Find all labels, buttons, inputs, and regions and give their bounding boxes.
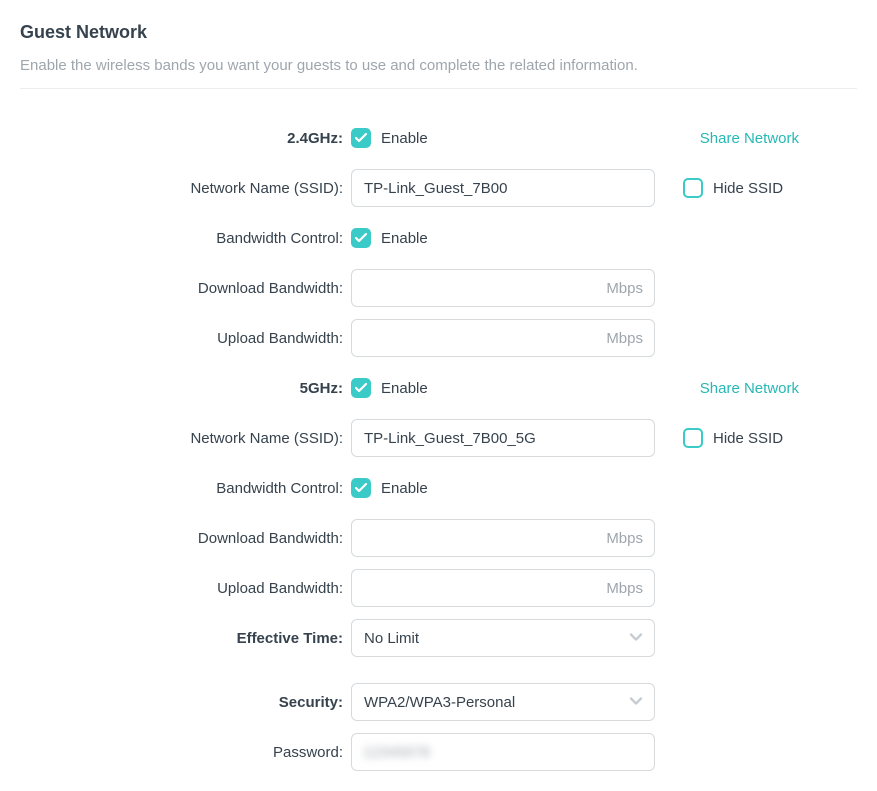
check-icon <box>355 133 367 143</box>
security-select[interactable]: WPA2/WPA3-Personal <box>351 683 655 721</box>
password-masked-value: 12345678 <box>363 733 430 771</box>
label-dlbw-2-4ghz: Download Bandwidth: <box>20 280 351 297</box>
label-password: Password: <box>20 744 351 761</box>
divider <box>20 88 857 89</box>
hide-ssid-2-4ghz-label: Hide SSID <box>713 180 783 197</box>
check-icon <box>355 233 367 243</box>
hide-ssid-2-4ghz-checkbox[interactable] <box>683 178 703 198</box>
label-ssid-5ghz: Network Name (SSID): <box>20 430 351 447</box>
bandwidth-enable-2-4ghz-checkbox[interactable] <box>351 228 371 248</box>
bandwidth-enable-5ghz-label: Enable <box>381 480 428 497</box>
effective-time-select[interactable]: No Limit <box>351 619 655 657</box>
label-2-4ghz: 2.4GHz: <box>20 130 351 147</box>
enable-2-4ghz-label: Enable <box>381 130 428 147</box>
bandwidth-enable-2-4ghz-label: Enable <box>381 230 428 247</box>
label-5ghz: 5GHz: <box>20 380 351 397</box>
bandwidth-enable-5ghz-checkbox[interactable] <box>351 478 371 498</box>
download-bw-5ghz-input[interactable] <box>351 519 655 557</box>
page-title: Guest Network <box>20 22 857 43</box>
enable-2-4ghz-checkbox[interactable] <box>351 128 371 148</box>
download-bw-2-4ghz-input[interactable] <box>351 269 655 307</box>
check-icon <box>355 483 367 493</box>
upload-bw-5ghz-input[interactable] <box>351 569 655 607</box>
hide-ssid-5ghz-label: Hide SSID <box>713 430 783 447</box>
label-security: Security: <box>20 694 351 711</box>
label-ssid-2-4ghz: Network Name (SSID): <box>20 180 351 197</box>
label-ulbw-2-4ghz: Upload Bandwidth: <box>20 330 351 347</box>
ssid-2-4ghz-input[interactable] <box>351 169 655 207</box>
label-effective-time: Effective Time: <box>20 630 351 647</box>
share-network-5ghz-link[interactable]: Share Network <box>700 380 799 397</box>
share-network-2-4ghz-link[interactable]: Share Network <box>700 130 799 147</box>
enable-5ghz-label: Enable <box>381 380 428 397</box>
ssid-5ghz-input[interactable] <box>351 419 655 457</box>
label-dlbw-5ghz: Download Bandwidth: <box>20 530 351 547</box>
check-icon <box>355 383 367 393</box>
hide-ssid-5ghz-checkbox[interactable] <box>683 428 703 448</box>
upload-bw-2-4ghz-input[interactable] <box>351 319 655 357</box>
label-bw-5ghz: Bandwidth Control: <box>20 480 351 497</box>
label-ulbw-5ghz: Upload Bandwidth: <box>20 580 351 597</box>
enable-5ghz-checkbox[interactable] <box>351 378 371 398</box>
label-bw-2-4ghz: Bandwidth Control: <box>20 230 351 247</box>
page-subtitle: Enable the wireless bands you want your … <box>20 57 857 74</box>
